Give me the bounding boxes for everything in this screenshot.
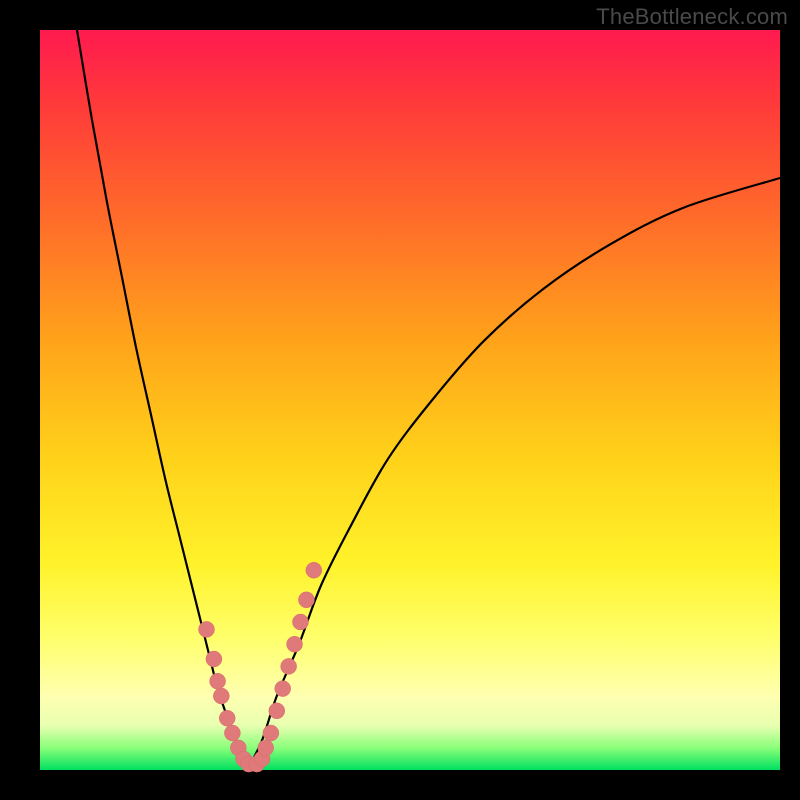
marker-dot	[275, 681, 291, 697]
marker-dot	[263, 725, 279, 741]
marker-dots	[199, 562, 322, 772]
marker-dot	[219, 710, 235, 726]
plot-area	[40, 30, 780, 770]
marker-dot	[298, 592, 314, 608]
marker-dot	[306, 562, 322, 578]
marker-dot	[199, 621, 215, 637]
marker-dot	[292, 614, 308, 630]
chart-frame: TheBottleneck.com	[0, 0, 800, 800]
marker-dot	[213, 688, 229, 704]
right-curve	[247, 178, 780, 770]
marker-dot	[224, 725, 240, 741]
marker-dot	[210, 673, 226, 689]
marker-dot	[206, 651, 222, 667]
marker-dot	[287, 636, 303, 652]
curves-layer	[40, 30, 780, 770]
marker-dot	[258, 740, 274, 756]
marker-dot	[281, 658, 297, 674]
marker-dot	[269, 703, 285, 719]
watermark-text: TheBottleneck.com	[596, 4, 788, 30]
